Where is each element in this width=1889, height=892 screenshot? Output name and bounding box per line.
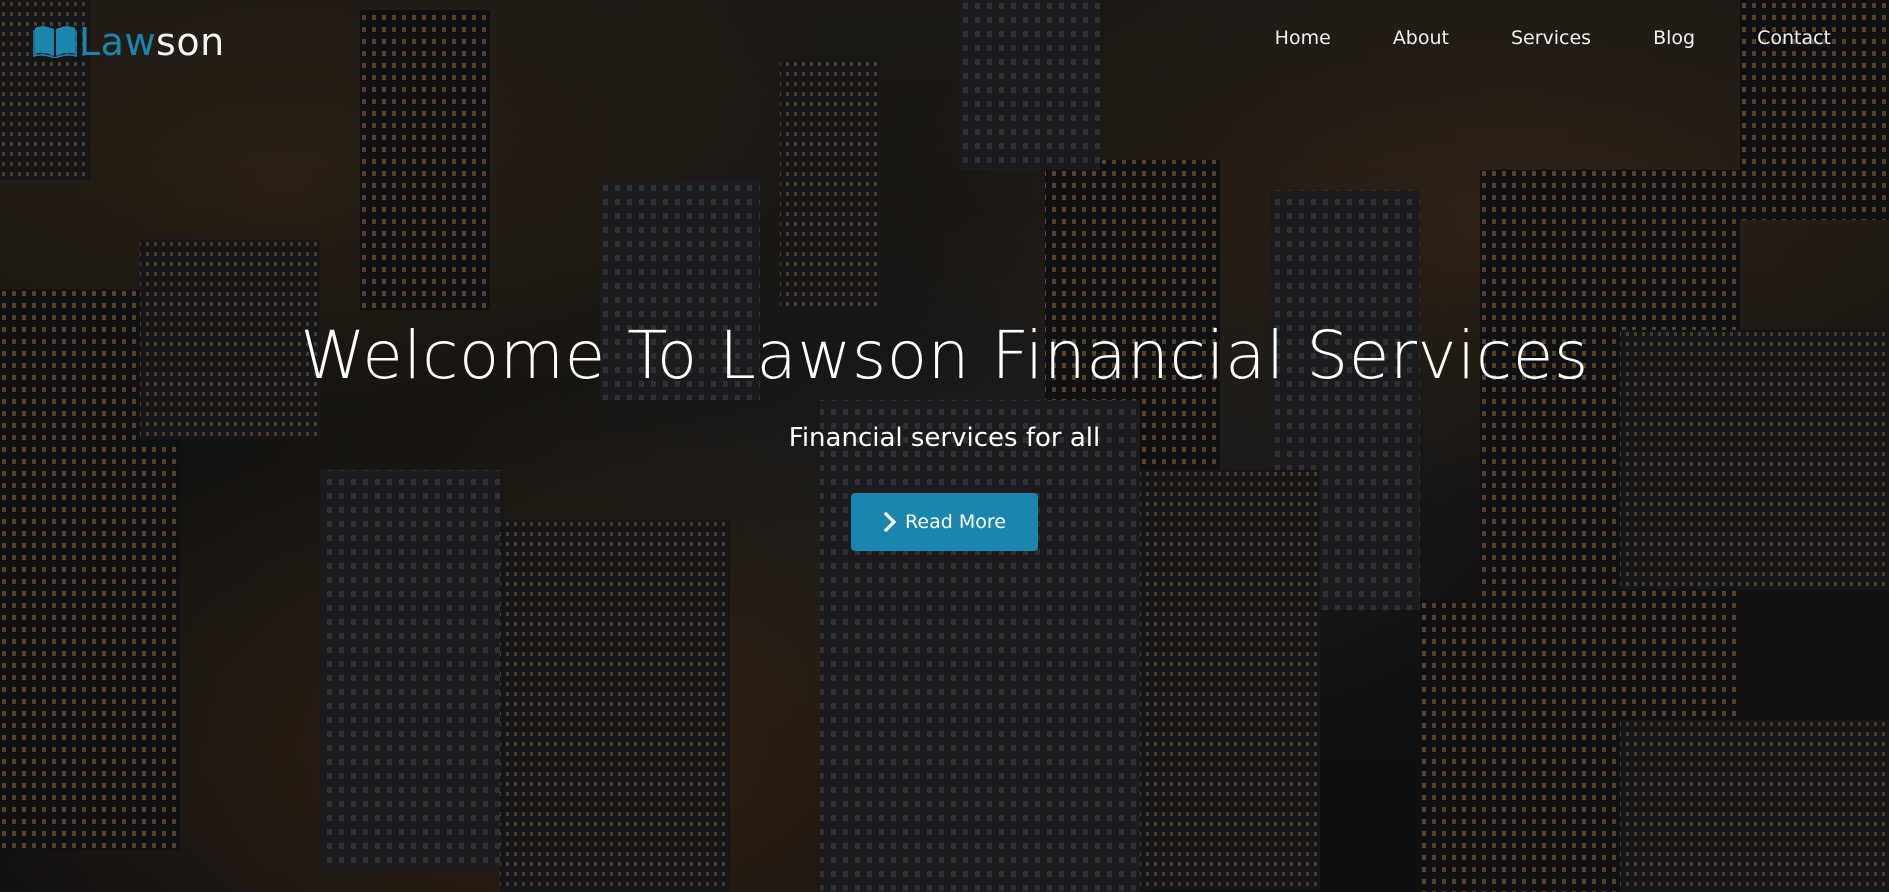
- logo-wordmark: Lawson: [79, 23, 225, 61]
- hero-subtitle: Financial services for all: [788, 422, 1101, 453]
- nav-link-blog[interactable]: Blog: [1622, 27, 1726, 49]
- nav-link-home[interactable]: Home: [1244, 27, 1362, 49]
- read-more-button[interactable]: Read More: [851, 492, 1038, 551]
- logo-link[interactable]: Lawson: [33, 21, 225, 61]
- chevron-right-icon: [883, 511, 897, 532]
- site-header: Lawson Home About Services Blog Contact: [0, 0, 1889, 80]
- main-nav: Home About Services Blog Contact: [1244, 27, 1861, 49]
- nav-link-services[interactable]: Services: [1480, 27, 1622, 49]
- logo-text-accent: Law: [79, 20, 157, 64]
- hero-title: Welcome To Lawson Financial Services: [300, 317, 1589, 394]
- read-more-label: Read More: [905, 510, 1006, 533]
- nav-link-about[interactable]: About: [1362, 27, 1480, 49]
- nav-link-contact[interactable]: Contact: [1726, 27, 1861, 49]
- logo-text-rest: son: [156, 20, 225, 64]
- open-book-icon: [33, 26, 77, 58]
- hero-section: Welcome To Lawson Financial Services Fin…: [0, 317, 1889, 551]
